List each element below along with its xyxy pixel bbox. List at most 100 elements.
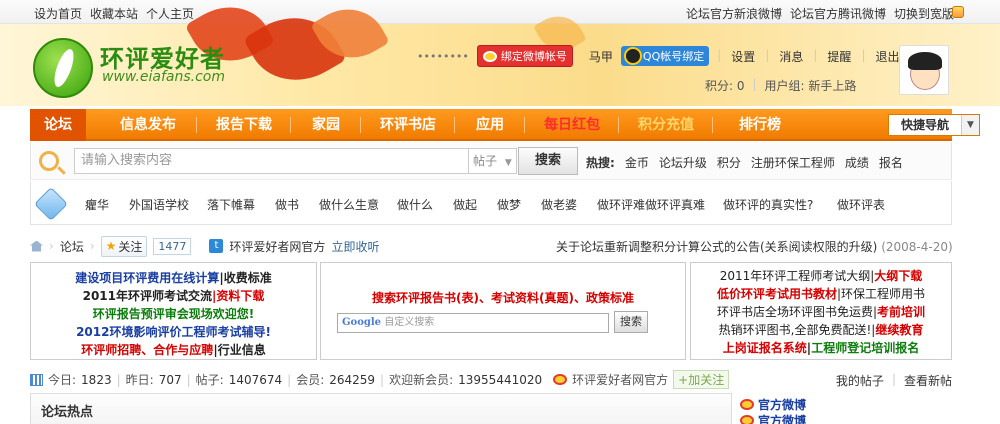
score-row: 积分: 0 | 用户组: 新手上路 [705,77,856,94]
qq-bind-button[interactable]: QQ帐号绑定 [620,46,710,66]
search-input[interactable]: 请输入搜索内容 [74,148,469,174]
divider: | [765,47,770,62]
listen-now-link[interactable]: 立即收听 [331,238,379,255]
logo-url: www.eiafans.com [102,69,226,85]
hot-search-item[interactable]: 注册环保工程师 [751,154,835,171]
nav-item-apps[interactable]: 应用 [462,109,518,141]
home-icon[interactable] [30,240,43,252]
wide-layout-link[interactable]: 切换到宽版 [894,5,954,22]
nav-item-bookstore[interactable]: 环评书店 [368,109,448,141]
add-follow-button[interactable]: +加关注 [673,370,730,389]
tag-item[interactable]: 外国语学校 [129,196,189,213]
logo-icon[interactable] [33,38,93,98]
bind-weibo-button[interactable]: 绑定微博帐号 [476,45,573,67]
tag-item[interactable]: 落下帷幕 [207,196,255,213]
settings-link[interactable]: 设置 [731,48,755,65]
nav-divider [290,117,291,133]
tag-icon [34,187,68,221]
ad-link[interactable]: 2011年环评工程师考试大纲| [720,269,875,283]
tag-item[interactable]: 做梦 [497,196,521,213]
main-nav: 论坛 信息发布 报告下载 家园 环评书店 应用 每日红包 积分充值 排行榜 快捷… [30,109,980,141]
official-site-link[interactable]: 环评爱好者网官方 [229,238,325,255]
official-weibo-side-link[interactable]: 官方微博 [758,412,806,424]
bookmark-site-link[interactable]: 收藏本站 [90,5,138,22]
chevron-down-icon: ▼ [504,158,512,168]
quick-nav-dropdown[interactable]: 快捷导航 ▼ [888,114,980,136]
ad-link[interactable]: 低价环评考试用书教材 [717,287,837,301]
tag-item[interactable]: 做起 [453,196,477,213]
official-weibo-link[interactable]: 环评爱好者网官方 [572,371,668,388]
follow-button[interactable]: ★ 关注 [100,235,148,257]
sina-weibo-link[interactable]: 论坛官方新浪微博 [686,5,782,22]
tag-item[interactable]: 做环评表 [837,196,885,213]
ad-link[interactable]: 建设项目环评费用在线计算 [75,271,219,285]
nav-divider [618,117,619,133]
logout-link[interactable]: 退出 [875,48,899,65]
google-search-button[interactable]: 搜索 [614,311,648,333]
nav-item-reports[interactable]: 报告下载 [204,109,284,141]
ad-link[interactable]: |环保工程师用书 [837,287,925,301]
nav-divider [524,117,525,133]
hot-search-item[interactable]: 成绩 [845,154,869,171]
ad-link[interactable]: 环评师招聘、合作与应聘 [81,343,213,357]
hot-search-item[interactable]: 金币 [625,154,649,171]
set-homepage-link[interactable]: 设为首页 [34,5,82,22]
google-search-input[interactable]: Google 自定义搜索 [337,313,609,333]
ad-link[interactable]: |资料下载 [212,289,264,303]
tag-item[interactable]: 做什么生意 [319,196,379,213]
user-group-link[interactable]: 用户组: 新手上路 [765,77,857,94]
ad-headline[interactable]: 搜索环评报告书(表)、考试资料(真题)、政策标准 [321,289,685,307]
my-posts-link[interactable]: 我的帖子 [836,372,884,389]
mood-link[interactable]: 马甲 [589,48,613,65]
ad-link[interactable]: 2012环境影响评价工程师考试辅导! [76,325,271,339]
hot-search-item[interactable]: 论坛升级 [659,154,707,171]
official-weibo-side-link[interactable]: 官方微博 [758,396,806,413]
hot-search-item[interactable]: 积分 [717,154,741,171]
members-label: 会员: [296,373,325,387]
newest-member-link[interactable]: 13955441020 [458,373,542,387]
ad-link[interactable]: |收费标准 [219,271,271,285]
ad-link[interactable]: 大纲下载 [874,269,922,283]
announcement-link[interactable]: 关于论坛重新调整积分计算公式的公告(关系阅读权限的升级) [556,240,877,254]
tag-item[interactable]: 癯华 [85,196,109,213]
avatar-hair [908,52,942,70]
hot-search-item[interactable]: 报名 [879,154,903,171]
avatar[interactable] [899,45,949,95]
ad-link[interactable]: 热销环评图书,全部免费配送!| [719,323,876,337]
nav-item-recharge[interactable]: 积分充值 [626,109,706,141]
nav-item-home[interactable]: 家园 [298,109,354,141]
ad-link[interactable]: |行业信息 [213,343,265,357]
personal-homepage-link[interactable]: 个人主页 [146,5,194,22]
tag-item[interactable]: 做老婆 [541,196,577,213]
search-button[interactable]: 搜索 [518,147,578,175]
username[interactable]: •••••••• [417,50,469,63]
search-type-label: 帖子 [473,154,498,168]
ad-link[interactable]: 环评报告预评审会现场欢迎您! [93,307,254,321]
tag-item[interactable]: 做书 [275,196,299,213]
app-icon[interactable] [952,6,964,18]
ad-link[interactable]: 考前培训 [877,305,925,319]
notifications-link[interactable]: 提醒 [827,48,851,65]
breadcrumb-forum[interactable]: 论坛 [60,238,84,255]
tag-item[interactable]: 做环评的真实性? [723,196,813,213]
nav-item-leaderboard[interactable]: 排行榜 [720,109,800,141]
tag-item[interactable]: 做什么 [397,196,433,213]
score-link[interactable]: 积分: 0 [705,77,745,94]
ad-link[interactable]: 2011年环评师考试交流 [83,289,212,303]
divider: | [752,77,757,91]
nav-item-red-packet[interactable]: 每日红包 [532,109,612,141]
messages-link[interactable]: 消息 [779,48,803,65]
forum-hot-section: 论坛热点 [30,393,732,424]
ad-link[interactable]: 工程师登记培训报名 [811,341,919,355]
star-icon: ★ [105,239,117,253]
tag-item[interactable]: 做环评难做环评真难 [597,196,705,213]
search-type-select[interactable]: 帖子 ▼ [469,148,517,174]
ad-link[interactable]: 环评书店全场环评图书免运费| [717,305,877,319]
ad-link[interactable]: 上岗证报名系统 [723,341,807,355]
new-posts-link[interactable]: 查看新帖 [904,372,952,389]
nav-item-info[interactable]: 信息发布 [108,109,188,141]
nav-item-forum[interactable]: 论坛 [30,109,86,141]
ad-link[interactable]: 继续教育 [875,323,923,337]
tencent-weibo-link[interactable]: 论坛官方腾讯微博 [790,5,886,22]
section-title: 论坛热点 [41,405,94,420]
